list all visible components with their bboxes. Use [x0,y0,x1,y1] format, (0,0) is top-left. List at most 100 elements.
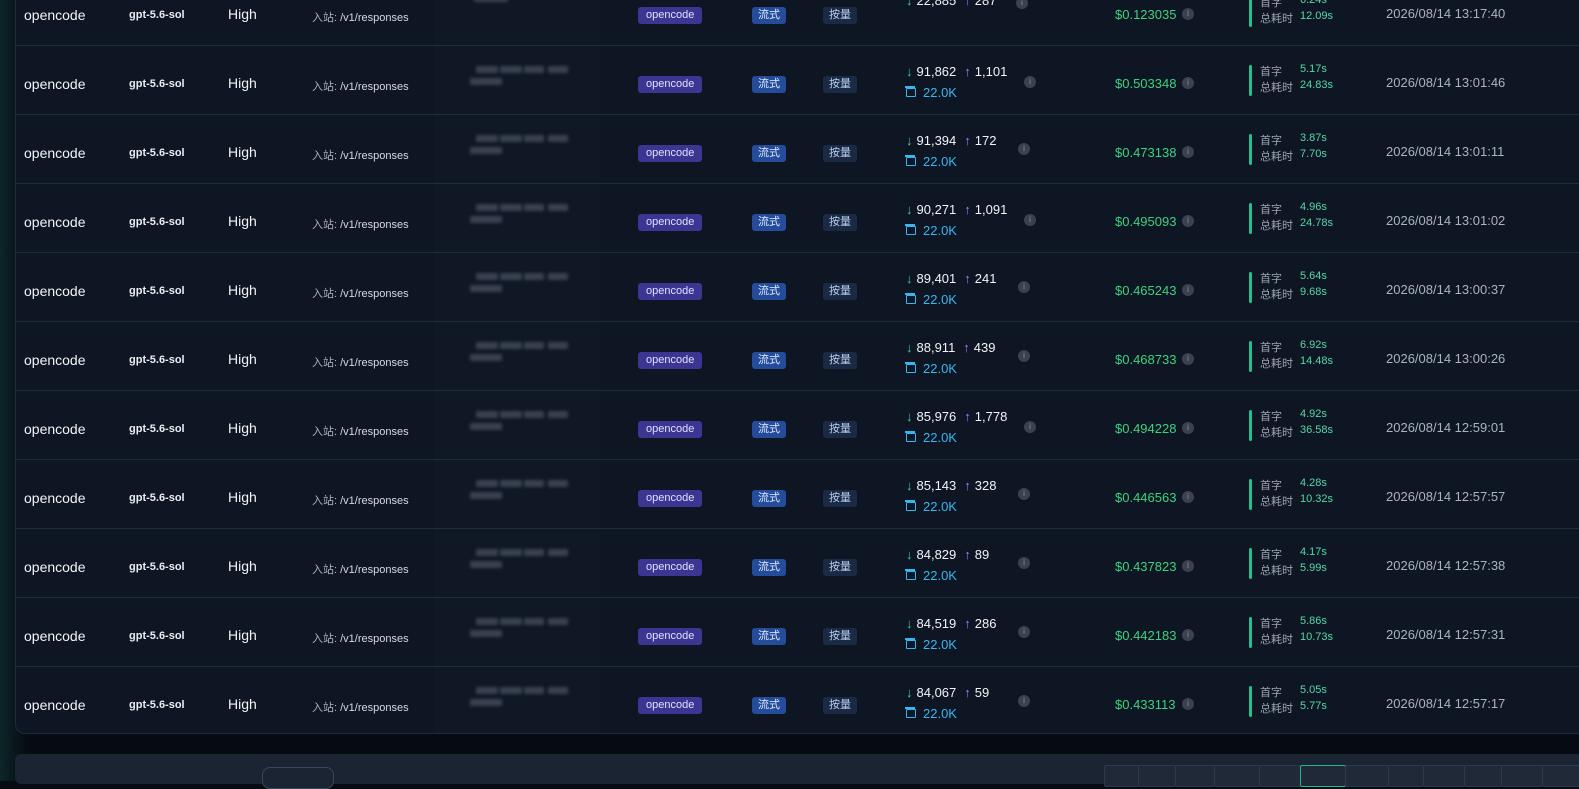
model-name: gpt-5.6-sol [129,78,185,90]
info-icon[interactable]: i [1018,350,1030,362]
info-icon[interactable]: i [1182,629,1194,641]
info-icon[interactable]: i [1018,281,1030,293]
billing-tag: 按量 [823,283,857,300]
info-icon[interactable]: i [1018,488,1030,500]
reasoning-level: High [228,213,257,229]
info-icon[interactable]: i [1018,626,1030,638]
page-button[interactable] [1259,765,1301,787]
page-button[interactable] [1542,765,1579,787]
latency-info: 首字 4.17s 总耗时 5.99s [1249,546,1369,580]
total-label: 总耗时 [1260,82,1293,94]
token-usage: ↓ 88,911 ↑ 439 22.0K [905,340,1056,380]
info-icon[interactable]: i [1018,143,1030,155]
info-icon[interactable]: i [1182,77,1194,89]
user-name: opencode [24,697,86,713]
page-button[interactable] [1214,765,1260,787]
endpoint-path: 入站: /v1/responses [312,288,409,300]
arrow-down-icon: ↓ [906,0,913,8]
table-row[interactable]: opencode gpt-5.6-sol High 入站: /v1/responses… [16,460,1579,529]
stream-tag: 流式 [752,283,786,300]
table-row[interactable]: opencode gpt-5.6-sol High 入站: /v1/responses… [16,115,1579,184]
table-row[interactable]: opencode gpt-5.6-sol High 入站: /v1/responses… [16,667,1579,733]
latency-info: 首字 4.96s 总耗时 24.78s [1249,201,1369,235]
request-time: 2026/08/14 13:01:11 [1386,144,1505,159]
cost-value: $0.468733 [1115,352,1177,367]
page-button[interactable] [1423,765,1465,787]
info-icon[interactable]: i [1182,146,1194,158]
cache-icon [905,569,916,580]
user-name: opencode [24,76,86,92]
billing-tag: 按量 [823,145,857,162]
info-icon[interactable]: i [1182,560,1194,572]
page-button[interactable] [1138,765,1176,787]
user-name: opencode [24,559,86,575]
arrow-up-icon: ↑ [964,271,971,286]
cache-icon [905,86,916,97]
info-icon[interactable]: i [1182,491,1194,503]
page-button[interactable] [1345,765,1389,787]
table-row[interactable]: opencode gpt-5.6-sol High 入站: /v1/responses… [16,322,1579,391]
table-row[interactable]: opencode gpt-5.6-sol High 入站: /v1/responses… [16,0,1579,46]
ttft-value: 5.64s [1300,270,1327,282]
stream-tag: 流式 [752,352,786,369]
app-tag: opencode [638,283,703,300]
total-label: 总耗时 [1260,634,1293,646]
token-usage: ↓ 89,401 ↑ 241 22.0K [905,271,1056,311]
output-tokens: 328 [974,478,997,493]
output-tokens: 172 [974,133,997,148]
page-button[interactable] [1388,765,1424,787]
page-button-current[interactable] [1300,765,1346,787]
info-icon[interactable]: i [1182,284,1194,296]
endpoint-path: 入站: /v1/responses [312,81,409,93]
request-time: 2026/08/14 13:01:02 [1386,213,1506,228]
info-icon[interactable]: i [1182,422,1194,434]
page-size-select[interactable] [262,767,334,789]
total-label: 总耗时 [1260,703,1293,715]
info-icon[interactable]: i [1018,695,1030,707]
table-row[interactable]: opencode gpt-5.6-sol High 入站: /v1/responses… [16,529,1579,598]
arrow-up-icon: ↑ [963,340,970,355]
info-icon[interactable]: i [1182,698,1194,710]
total-value: 36.58s [1300,424,1334,436]
arrow-down-icon: ↓ [906,271,913,286]
info-icon[interactable]: i [1024,214,1036,226]
timing-bar [1249,410,1252,441]
latency-info: 首字 5.86s 总耗时 10.73s [1249,615,1369,649]
total-value: 7.70s [1300,148,1327,160]
page-button[interactable] [1501,765,1543,787]
cost-value: $0.442183 [1115,628,1177,643]
info-icon[interactable]: i [1024,421,1036,433]
input-tokens: 22,885 [916,0,957,8]
request-time: 2026/08/14 13:00:26 [1386,351,1506,366]
table-row[interactable]: opencode gpt-5.6-sol High 入站: /v1/responses… [16,391,1579,460]
timing-bar [1249,0,1252,27]
timing-bar [1249,341,1252,372]
billing-tag: 按量 [823,559,857,576]
total-label: 总耗时 [1260,151,1293,163]
cost-value: $0.446563 [1115,490,1177,505]
redacted-key [434,460,600,528]
info-icon[interactable]: i [1018,557,1030,569]
info-icon[interactable]: i [1024,76,1036,88]
table-row[interactable]: opencode gpt-5.6-sol High 入站: /v1/responses… [16,598,1579,667]
table-row[interactable]: opencode gpt-5.6-sol High 入站: /v1/responses… [16,46,1579,115]
total-label: 总耗时 [1260,220,1293,232]
page-button[interactable] [1104,765,1139,787]
info-icon[interactable]: i [1182,8,1194,20]
cost-value: $0.503348 [1115,76,1177,91]
page-button[interactable] [1464,765,1502,787]
arrow-up-icon: ↑ [964,202,971,217]
info-icon[interactable]: i [1182,215,1194,227]
reasoning-level: High [228,282,257,298]
table-row[interactable]: opencode gpt-5.6-sol High 入站: /v1/responses… [16,184,1579,253]
table-row[interactable]: opencode gpt-5.6-sol High 入站: /v1/responses… [16,253,1579,322]
page-button[interactable] [1175,765,1215,787]
app-tag: opencode [638,490,703,507]
user-name: opencode [24,7,86,23]
stream-tag: 流式 [752,7,786,24]
stream-tag: 流式 [752,628,786,645]
info-icon[interactable]: i [1182,353,1194,365]
arrow-down-icon: ↓ [906,409,913,424]
timing-bar [1249,548,1252,579]
usage-log-table: opencode gpt-5.6-sol High 入站: /v1/responses… [15,0,1579,734]
